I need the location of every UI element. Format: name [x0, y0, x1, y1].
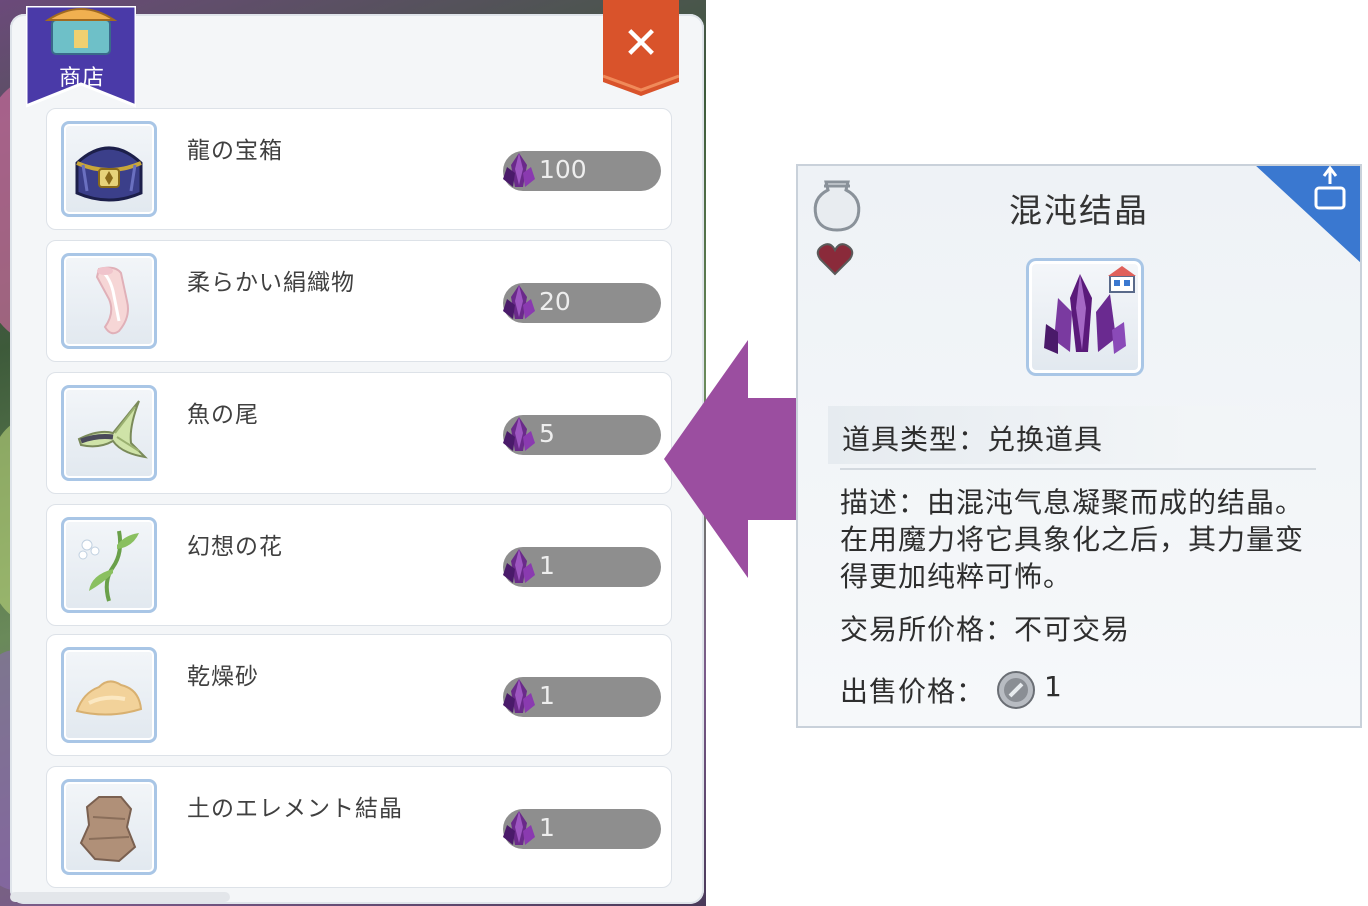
item-type-band: 道具类型：兑换道具 [828, 406, 1352, 464]
item-name: 幻想の花 [187, 534, 283, 560]
item-thumbnail [61, 779, 157, 875]
item-price: 5 [539, 419, 555, 448]
item-name: 柔らかい絹織物 [187, 270, 355, 296]
fantasy-flower-icon [78, 530, 139, 602]
shop-item-row[interactable]: 柔らかい絹織物 20 [46, 240, 672, 362]
purple-crystal-gem-icon [503, 417, 535, 451]
shop-item-list[interactable]: 龍の宝箱 100 柔らかい絹織物 20 魚の尾 5 幻想の花 1 乾燥砂 1 土… [10, 14, 704, 904]
divider [840, 468, 1316, 470]
sell-price-label: 出售价格： [840, 675, 986, 708]
shop-title: 商店 [58, 66, 105, 91]
item-detail-card: 混沌结晶 道具类型：兑换道具 描述：由混沌气息凝聚而成的结晶。在用魔力将它具象化… [796, 164, 1362, 728]
item-price: 1 [539, 681, 555, 710]
item-price: 100 [539, 155, 587, 184]
item-name: 土のエレメント結晶 [187, 796, 403, 822]
heart-icon[interactable] [816, 242, 854, 276]
shop-tag-icon [1108, 266, 1136, 293]
sell-price-value: 1 [1044, 670, 1062, 703]
purple-crystal-gem-icon [503, 811, 535, 845]
shop-item-row[interactable]: 幻想の花 1 [46, 504, 672, 626]
item-thumbnail [61, 253, 157, 349]
item-price: 1 [539, 813, 555, 842]
item-thumbnail [61, 517, 157, 613]
silk-cloth-icon [95, 266, 129, 335]
treasure-chest-icon [75, 146, 143, 202]
item-thumbnail [61, 647, 157, 743]
item-name: 魚の尾 [187, 402, 259, 428]
item-type: 道具类型：兑换道具 [842, 423, 1104, 456]
shop-item-row[interactable]: 魚の尾 5 [46, 372, 672, 494]
item-name: 龍の宝箱 [187, 138, 283, 164]
purple-crystal-gem-icon [503, 153, 535, 187]
close-button[interactable]: ✕ [602, 0, 680, 96]
item-price: 1 [539, 551, 555, 580]
close-icon: ✕ [622, 18, 660, 69]
earth-element-crystal-icon [79, 796, 137, 863]
item-description: 描述：由混沌气息凝聚而成的结晶。在用魔力将它具象化之后，其力量变得更加纯粹可怖。 [840, 486, 1305, 593]
shop-item-row[interactable]: 龍の宝箱 100 [46, 108, 672, 230]
purple-crystal-gem-icon [503, 679, 535, 713]
item-thumbnail [61, 385, 157, 481]
item-price: 20 [539, 287, 571, 316]
shop-item-row[interactable]: 乾燥砂 1 [46, 634, 672, 756]
shop-panel: 龍の宝箱 100 柔らかい絹織物 20 魚の尾 5 幻想の花 1 乾燥砂 1 土… [10, 14, 704, 904]
share-badge-icon[interactable] [1254, 164, 1362, 264]
dry-sand-icon [75, 680, 143, 716]
fish-tail-icon [77, 400, 148, 459]
item-name: 乾燥砂 [187, 664, 259, 690]
silver-coin-icon [997, 671, 1035, 709]
trade-price: 交易所价格：不可交易 [840, 613, 1131, 646]
scrollbar[interactable] [10, 892, 230, 902]
purple-crystal-gem-icon [503, 549, 535, 583]
purple-crystal-gem-icon [503, 285, 535, 319]
shop-item-row[interactable]: 土のエレメント結晶 1 [46, 766, 672, 888]
item-thumbnail [61, 121, 157, 217]
